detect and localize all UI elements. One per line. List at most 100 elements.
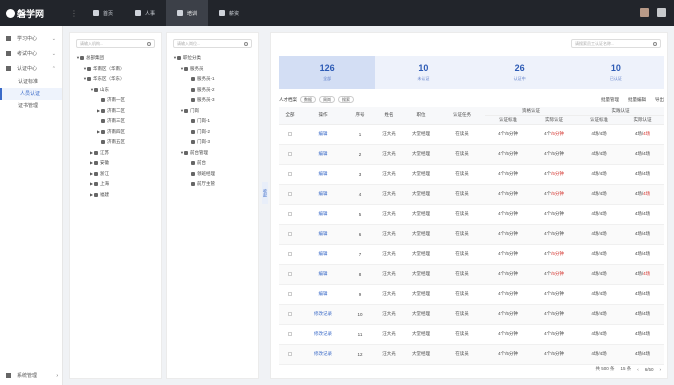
- sidebar-item-cert[interactable]: 认证中心 ⌃: [0, 61, 62, 76]
- row-checkbox[interactable]: [288, 311, 292, 316]
- column-header[interactable]: 认证标准: [577, 115, 621, 125]
- stat-tab[interactable]: 10 未认证: [375, 56, 471, 89]
- grid-icon[interactable]: [657, 8, 666, 17]
- row-checkbox[interactable]: [288, 191, 292, 196]
- stat-tab[interactable]: 126 全部: [279, 56, 376, 89]
- row-checkbox-cell[interactable]: [279, 144, 301, 165]
- row-checkbox[interactable]: [288, 231, 292, 236]
- table-row[interactable]: 编辑 4 汪大光 大堂经理 在读员 4个/5分钟 4个/5分钟 4场/4场 4场/4场: [279, 184, 664, 205]
- row-action-link[interactable]: 编辑: [319, 271, 328, 276]
- stat-tab[interactable]: 10 已认证: [568, 56, 664, 89]
- row-checkbox-cell[interactable]: [279, 204, 301, 225]
- sidebar-item-learning[interactable]: 学习中心 ⌄: [0, 31, 62, 46]
- tree-node[interactable]: ▶ 上海: [70, 179, 161, 190]
- column-header[interactable]: 操作: [301, 107, 345, 125]
- tree-node[interactable]: ▶ 安徽: [70, 158, 161, 169]
- row-action-link[interactable]: 编辑: [319, 251, 328, 256]
- table-row[interactable]: 编辑 9 汪大光 大堂经理 在读员 4个/5分钟 4个/5分钟 4场/4场 4场/4场: [279, 284, 664, 305]
- tree-node[interactable]: ▼ 总部集团: [70, 53, 161, 64]
- row-checkbox-cell[interactable]: [279, 304, 301, 325]
- row-action[interactable]: 编辑: [301, 184, 345, 205]
- row-action-link[interactable]: 编辑: [319, 231, 328, 236]
- table-row[interactable]: 修改记录 12 汪大光 大堂经理 在读员 4个/5分钟 4个/5分钟 4场/4场 4场/4场: [279, 344, 664, 365]
- filter-tag[interactable]: 数据: [300, 95, 316, 103]
- search-icon[interactable]: [244, 41, 248, 46]
- table-row[interactable]: 编辑 3 汪大光 大堂经理 在读员 4个/5分钟 4个/5分钟 4场/4场 4场/4场: [279, 164, 664, 185]
- row-checkbox[interactable]: [288, 211, 292, 216]
- collapse-button[interactable]: 收起: [262, 182, 268, 204]
- row-checkbox[interactable]: [288, 151, 292, 156]
- row-action-link[interactable]: 编辑: [319, 131, 328, 136]
- tree-node[interactable]: 济南一区: [70, 95, 161, 106]
- row-checkbox-cell[interactable]: [279, 324, 301, 345]
- sidebar-item-system[interactable]: 系统管理 ›: [6, 372, 58, 379]
- action-button[interactable]: 导出: [655, 97, 664, 103]
- tree-node[interactable]: 前台: [167, 158, 258, 169]
- tree-node[interactable]: ▶ 福建: [70, 190, 161, 201]
- prev-page-icon[interactable]: ‹: [637, 367, 639, 372]
- row-action-link[interactable]: 编辑: [319, 211, 328, 216]
- row-action[interactable]: 编辑: [301, 284, 345, 305]
- row-checkbox[interactable]: [288, 271, 292, 276]
- tree-node[interactable]: 济南五区: [70, 137, 161, 148]
- row-action[interactable]: 编辑: [301, 264, 345, 285]
- org-search-input[interactable]: 请输入机构...: [76, 39, 155, 48]
- row-action-link[interactable]: 编辑: [319, 191, 328, 196]
- tree-node[interactable]: ▼ 山东: [70, 85, 161, 96]
- row-checkbox[interactable]: [288, 251, 292, 256]
- row-action[interactable]: 编辑: [301, 244, 345, 265]
- sidebar-sub-standard[interactable]: 认证标准: [0, 76, 62, 88]
- row-checkbox[interactable]: [288, 171, 292, 176]
- row-action-link[interactable]: 编辑: [319, 151, 328, 156]
- row-checkbox-cell[interactable]: [279, 264, 301, 285]
- filter-tag[interactable]: 周岗: [319, 95, 335, 103]
- column-header[interactable]: 实际认证: [531, 115, 577, 125]
- sidebar-sub-certificate[interactable]: 证书管理: [0, 100, 62, 112]
- pager-current[interactable]: 6/50: [645, 367, 654, 372]
- column-header[interactable]: 职位: [403, 107, 439, 125]
- tree-node[interactable]: 门岗-2: [167, 127, 258, 138]
- row-action-link[interactable]: 编辑: [319, 291, 328, 296]
- avatar[interactable]: [640, 8, 649, 17]
- row-checkbox[interactable]: [288, 331, 292, 336]
- row-action[interactable]: 修改记录: [301, 304, 345, 325]
- tree-node[interactable]: 服务员-2: [167, 85, 258, 96]
- tree-node[interactable]: 前厅主管: [167, 179, 258, 190]
- table-row[interactable]: 编辑 8 汪大光 大堂经理 在读员 4个/5分钟 4个/5分钟 4场/4场 4场/4场: [279, 264, 664, 285]
- tree-node[interactable]: ▼ 服务员: [167, 64, 258, 75]
- row-checkbox[interactable]: [288, 291, 292, 296]
- column-header[interactable]: 姓名: [375, 107, 403, 125]
- row-action[interactable]: 编辑: [301, 164, 345, 185]
- search-icon[interactable]: [653, 41, 657, 46]
- action-button[interactable]: 批量编辑: [628, 97, 646, 103]
- top-nav-item[interactable]: 首页: [82, 0, 124, 26]
- tree-node[interactable]: 领班经理: [167, 169, 258, 180]
- row-action[interactable]: 编辑: [301, 124, 345, 145]
- row-checkbox-cell[interactable]: [279, 284, 301, 305]
- table-row[interactable]: 修改记录 10 汪大光 大堂经理 在读员 4个/5分钟 4个/5分钟 4场/4场 4场/4场: [279, 304, 664, 325]
- job-search-input[interactable]: 请输入岗位...: [173, 39, 252, 48]
- row-action[interactable]: 修改记录: [301, 324, 345, 345]
- table-row[interactable]: 编辑 7 汪大光 大堂经理 在读员 4个/5分钟 4个/5分钟 4场/4场 4场/4场: [279, 244, 664, 265]
- column-header[interactable]: 实际认证: [621, 115, 664, 125]
- tree-node[interactable]: ▼ 前台管理: [167, 148, 258, 159]
- next-page-icon[interactable]: ›: [660, 367, 662, 372]
- logo[interactable]: 磐学网: [0, 7, 70, 20]
- row-checkbox[interactable]: [288, 351, 292, 356]
- table-row[interactable]: 编辑 5 汪大光 大堂经理 在读员 4个/5分钟 4个/5分钟 4场/4场 4场/4场: [279, 204, 664, 225]
- tree-node[interactable]: ▼ 职位分类: [167, 53, 258, 64]
- row-checkbox-cell[interactable]: [279, 164, 301, 185]
- tree-node[interactable]: ▼ 华东区（华东）: [70, 74, 161, 85]
- row-action[interactable]: 编辑: [301, 204, 345, 225]
- top-nav-item[interactable]: 培训: [166, 0, 209, 26]
- tree-node[interactable]: 服务员-1: [167, 74, 258, 85]
- row-action-link[interactable]: 修改记录: [314, 311, 332, 316]
- row-checkbox[interactable]: [288, 131, 292, 136]
- main-search-input[interactable]: 请搜索员工认证名称...: [571, 39, 661, 48]
- row-action[interactable]: 编辑: [301, 144, 345, 165]
- search-icon[interactable]: [147, 41, 151, 46]
- tree-node[interactable]: ▶ 济南四区: [70, 127, 161, 138]
- row-action-link[interactable]: 修改记录: [314, 331, 332, 336]
- tree-node[interactable]: ▶ 浙江: [70, 169, 161, 180]
- row-checkbox-cell[interactable]: [279, 244, 301, 265]
